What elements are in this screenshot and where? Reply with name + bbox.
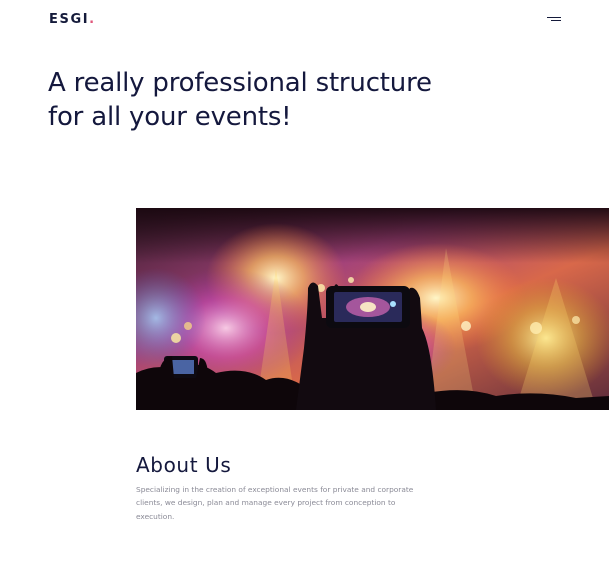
menu-line-top: [547, 17, 561, 18]
site-logo[interactable]: ESGI.: [49, 12, 96, 28]
logo-dot: .: [89, 12, 96, 27]
menu-button[interactable]: [544, 14, 562, 24]
hero-title: A really professional structure for all …: [48, 68, 432, 132]
page: ESGI. A really professional structure fo…: [0, 0, 609, 561]
about-text: Specializing in the creation of exceptio…: [136, 485, 414, 521]
menu-line-bottom: [551, 20, 561, 21]
hero-image: [136, 208, 609, 410]
about-title: About Us: [136, 453, 232, 477]
logo-text: ESGI: [49, 12, 90, 27]
concert-crowd-photo: [136, 208, 609, 410]
